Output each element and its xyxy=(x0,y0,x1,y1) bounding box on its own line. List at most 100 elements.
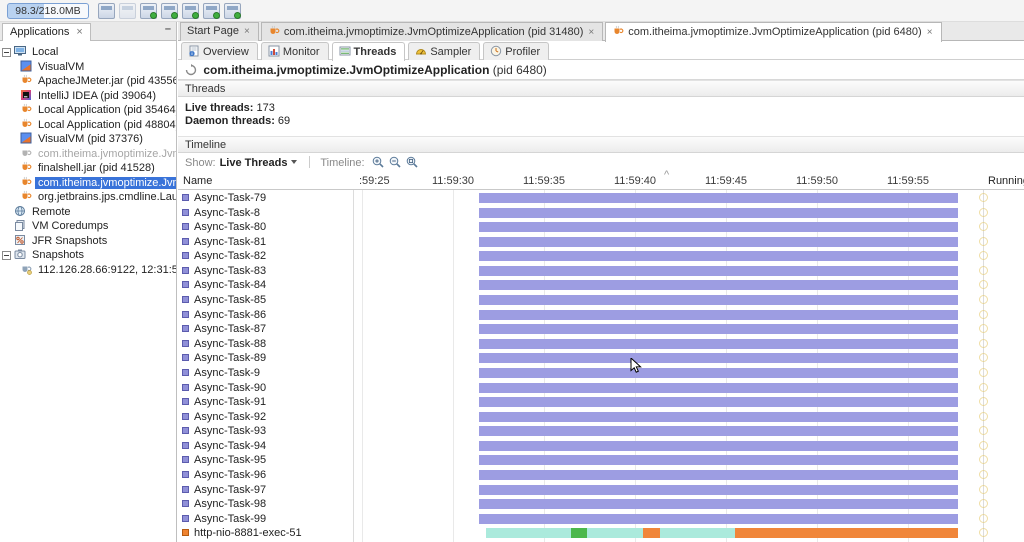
zoom-fit-icon[interactable] xyxy=(406,156,419,169)
thread-timeline-bar[interactable] xyxy=(479,222,958,233)
tree-item-vm-coredumps[interactable]: VM Coredumps xyxy=(2,219,111,233)
thread-timeline-bar[interactable] xyxy=(479,499,958,510)
collapse-expander-icon[interactable] xyxy=(2,250,11,260)
save-snapshot-icon[interactable] xyxy=(119,3,136,19)
thread-row-name[interactable]: Async-Task-88 xyxy=(178,337,352,351)
thread-row-name[interactable]: Async-Task-86 xyxy=(178,308,352,322)
thread-timeline-bar[interactable] xyxy=(479,338,958,349)
tree-item-local[interactable]: Local xyxy=(2,45,61,59)
zoom-in-icon[interactable] xyxy=(372,156,385,169)
thread-row-name[interactable]: Async-Task-98 xyxy=(178,497,352,511)
subtab-threads[interactable]: Threads xyxy=(331,42,406,61)
thread-timeline-bar[interactable] xyxy=(587,528,643,539)
document-tab-pid-6480[interactable]: com.itheima.jvmoptimize.JvmOptimizeAppli… xyxy=(605,22,942,42)
thread-row-name[interactable]: Async-Task-96 xyxy=(178,468,352,482)
thread-row-name[interactable]: Async-Task-91 xyxy=(178,395,352,409)
thread-row-name[interactable]: Async-Task-80 xyxy=(178,220,352,234)
thread-row-name[interactable]: Async-Task-90 xyxy=(178,381,352,395)
thread-row-name[interactable]: Async-Task-85 xyxy=(178,293,352,307)
tree-item-com-itheima-jvmoptimize-jvmo[interactable]: com.itheima.jvmoptimize.JvmO xyxy=(20,176,176,190)
tree-item-finalshell-jar-pid-41528-[interactable]: finalshell.jar (pid 41528) xyxy=(20,161,158,175)
thread-timeline-bar[interactable] xyxy=(486,528,571,539)
thread-timeline-bar[interactable] xyxy=(479,426,958,437)
tree-item-112-126-28-66-9122-12-31-58[interactable]: 112.126.28.66:9122, 12:31:58 xyxy=(20,263,176,277)
load-snapshot-icon[interactable] xyxy=(98,3,115,19)
sampler-snapshot-icon[interactable] xyxy=(203,3,220,19)
profiler-snapshot-icon[interactable] xyxy=(224,3,241,19)
thread-timeline-bar[interactable] xyxy=(479,353,958,364)
thread-timeline-bar[interactable] xyxy=(479,309,958,320)
thread-timeline-bar[interactable] xyxy=(643,528,660,539)
thread-row-name[interactable]: Async-Task-87 xyxy=(178,322,352,336)
column-header-name[interactable]: Name xyxy=(183,175,212,187)
thread-timeline-bar[interactable] xyxy=(479,207,958,218)
thread-timeline-bar[interactable] xyxy=(479,367,958,378)
document-tab-pid-31480[interactable]: com.itheima.jvmoptimize.JvmOptimizeAppli… xyxy=(260,22,604,41)
tab-close-icon[interactable]: × xyxy=(927,27,933,38)
thread-timeline-bar[interactable] xyxy=(479,193,958,203)
tree-item-visualvm-pid-37376-[interactable]: VisualVM (pid 37376) xyxy=(20,132,146,146)
tab-close-icon[interactable]: × xyxy=(588,27,594,38)
tree-item-local-application-pid-35464-[interactable]: Local Application (pid 35464) xyxy=(20,103,176,117)
tree-item-apachejmeter-jar-pid-43556-[interactable]: ApacheJMeter.jar (pid 43556) xyxy=(20,74,176,88)
thread-row-name[interactable]: Async-Task-82 xyxy=(178,249,352,263)
document-tab-start-page[interactable]: Start Page × xyxy=(180,22,259,41)
thread-timeline-bar[interactable] xyxy=(660,528,735,539)
thread-timeline-bar[interactable] xyxy=(479,455,958,466)
thread-row-name[interactable]: Async-Task-79 xyxy=(178,191,352,205)
thread-row-name[interactable]: Async-Task-99 xyxy=(178,512,352,526)
tab-close-icon[interactable]: × xyxy=(76,26,82,38)
tree-item-visualvm[interactable]: VisualVM xyxy=(20,60,87,74)
thread-timeline-bar[interactable] xyxy=(479,440,958,451)
tree-item-jfr-snapshots[interactable]: JFR Snapshots xyxy=(2,234,110,248)
thread-timeline-bar[interactable] xyxy=(479,411,958,422)
thread-timeline-bar[interactable] xyxy=(479,265,958,276)
heap-dump-icon[interactable] xyxy=(182,3,199,19)
subtab-overview[interactable]: i Overview xyxy=(181,42,258,60)
thread-row-name[interactable]: Async-Task-95 xyxy=(178,453,352,467)
column-header-running[interactable]: Running xyxy=(988,175,1024,187)
application-snapshot-icon[interactable] xyxy=(140,3,157,19)
thread-row-name[interactable]: Async-Task-89 xyxy=(178,351,352,365)
thread-timeline-bar[interactable] xyxy=(479,295,958,306)
thread-timeline-bar[interactable] xyxy=(479,236,958,247)
thread-row-name[interactable]: Async-Task-81 xyxy=(178,235,352,249)
tree-item-com-itheima-jvmoptimize-jvmo[interactable]: com.itheima.jvmoptimize.JvmO xyxy=(20,147,176,161)
subtab-monitor[interactable]: Monitor xyxy=(260,42,329,60)
thread-timeline-bar[interactable] xyxy=(479,397,958,408)
thread-row-name[interactable]: http-nio-8881-exec-51 xyxy=(178,526,352,540)
tree-item-remote[interactable]: Remote xyxy=(2,205,74,219)
thread-timeline-bar[interactable] xyxy=(735,528,958,539)
thread-timeline-bar[interactable] xyxy=(479,513,958,524)
subtab-sampler[interactable]: Sampler xyxy=(408,42,481,60)
tab-close-icon[interactable]: × xyxy=(244,26,250,37)
tree-item-intellij-idea-pid-39064-[interactable]: IntelliJ IDEA (pid 39064) xyxy=(20,89,159,103)
thread-timeline-bar[interactable] xyxy=(571,528,587,539)
thread-timeline-bar[interactable] xyxy=(479,324,958,335)
tab-applications[interactable]: Applications × xyxy=(2,23,91,41)
tree-item-snapshots[interactable]: Snapshots xyxy=(2,248,87,262)
tree-item-local-application-pid-48804-[interactable]: Local Application (pid 48804) xyxy=(20,118,176,132)
thread-row-name[interactable]: Async-Task-92 xyxy=(178,410,352,424)
thread-row-name[interactable]: Async-Task-83 xyxy=(178,264,352,278)
sidebar-minimize-button[interactable]: – xyxy=(165,23,171,35)
visualvm-window: 98.3/218.0MB Applications × – Local Visua… xyxy=(0,0,1024,542)
thread-row-name[interactable]: Async-Task-94 xyxy=(178,439,352,453)
thread-timeline-bar[interactable] xyxy=(479,382,958,393)
thread-row-name[interactable]: Async-Task-8 xyxy=(178,206,352,220)
thread-timeline-bar[interactable] xyxy=(479,484,958,495)
collapse-expander-icon[interactable] xyxy=(2,47,11,57)
thread-timeline-bar[interactable] xyxy=(479,280,958,291)
thread-row-name[interactable]: Async-Task-93 xyxy=(178,424,352,438)
thread-row-name[interactable]: Async-Task-9 xyxy=(178,366,352,380)
heap-memory-indicator[interactable]: 98.3/218.0MB xyxy=(7,3,89,19)
zoom-out-icon[interactable] xyxy=(389,156,402,169)
show-dropdown[interactable]: Live Threads xyxy=(220,157,288,169)
subtab-profiler[interactable]: Profiler xyxy=(483,42,550,60)
thread-dump-icon[interactable] xyxy=(161,3,178,19)
thread-timeline-bar[interactable] xyxy=(479,251,958,262)
tree-item-org-jetbrains-jps-cmdline-laun[interactable]: org.jetbrains.jps.cmdline.Launch xyxy=(20,190,176,204)
thread-timeline-bar[interactable] xyxy=(479,470,958,481)
thread-row-name[interactable]: Async-Task-84 xyxy=(178,278,352,292)
thread-row-name[interactable]: Async-Task-97 xyxy=(178,483,352,497)
